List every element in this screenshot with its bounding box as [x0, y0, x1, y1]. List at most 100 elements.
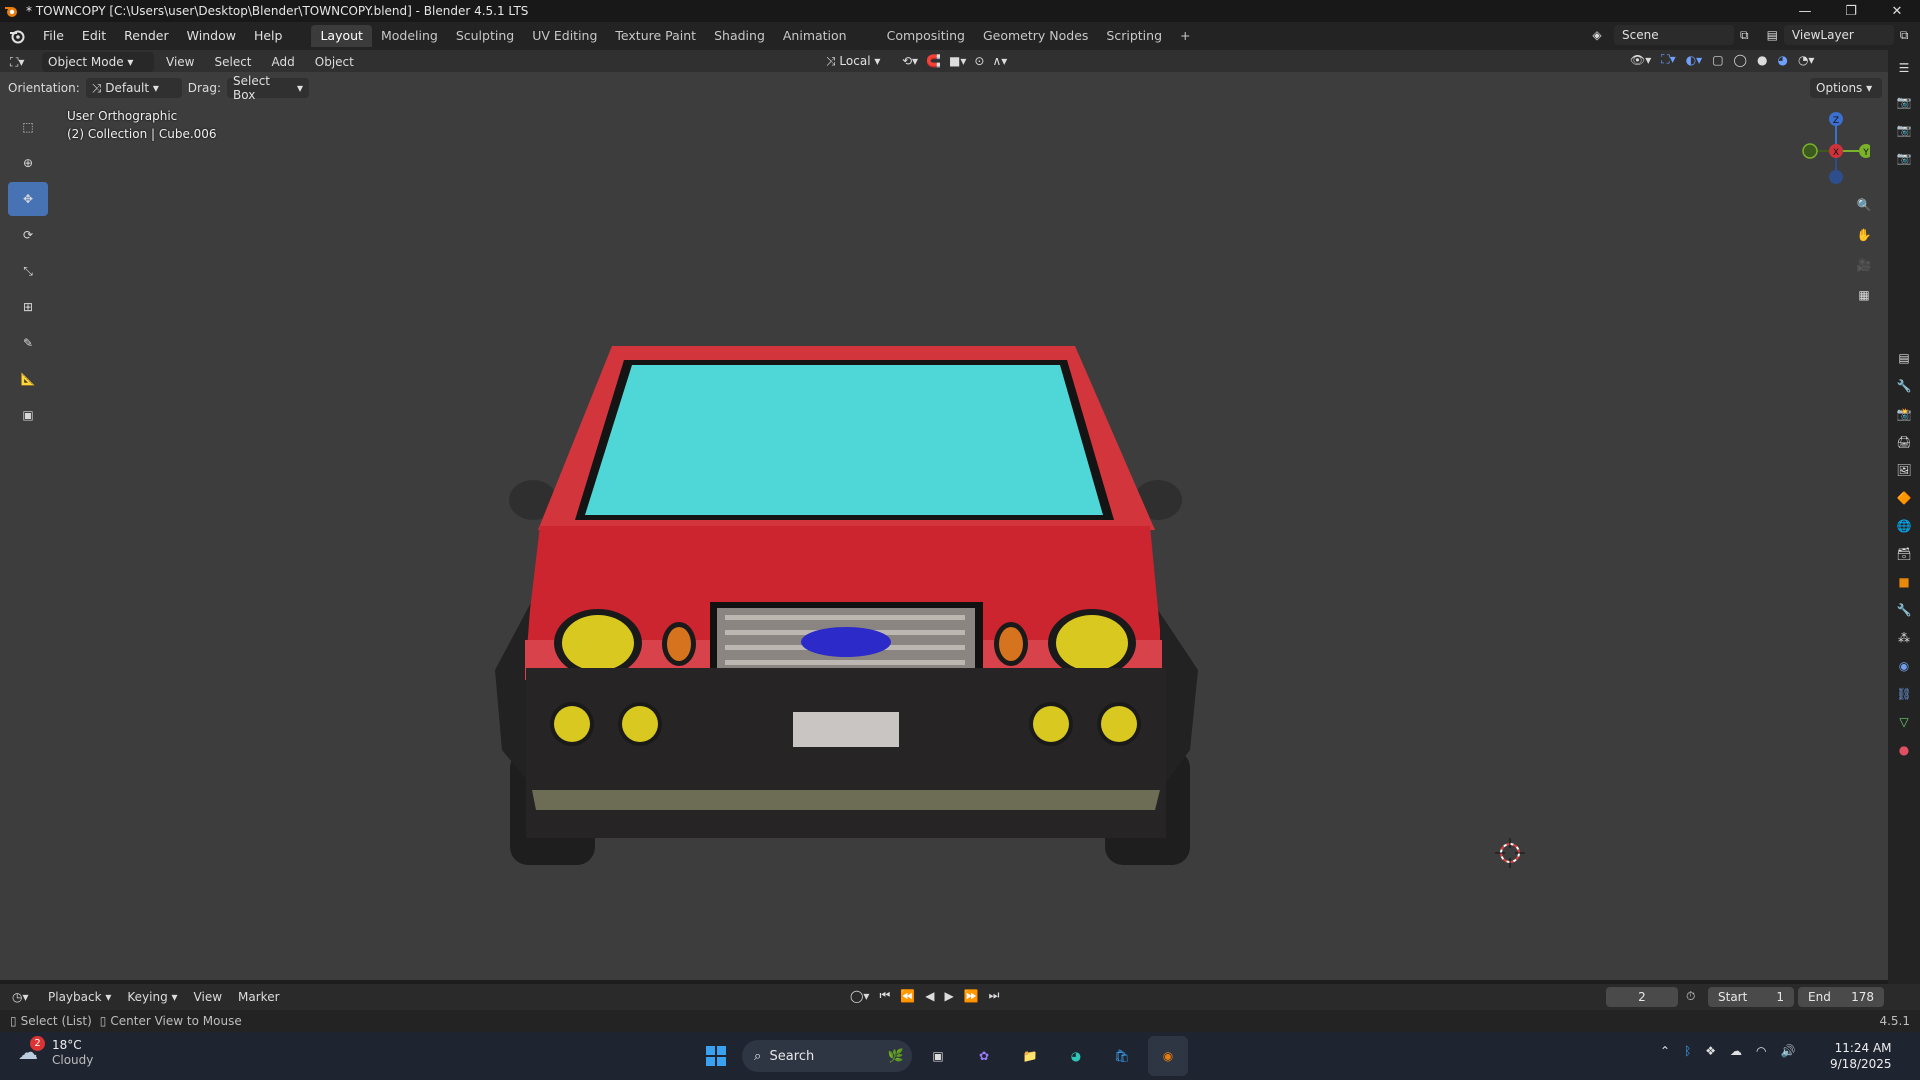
scene-properties-icon[interactable]: 🔶 — [1894, 488, 1914, 508]
tab-modeling[interactable]: Modeling — [372, 25, 447, 47]
keying-menu[interactable]: Keying ▾ — [119, 987, 185, 1007]
ortho-grid-icon[interactable]: ▦ — [1850, 281, 1878, 309]
orientation-dropdown[interactable]: ⤨ Default ▾ — [85, 78, 182, 98]
preview-range-icon[interactable]: ⏱ — [1686, 989, 1695, 1004]
add-cube-tool-icon[interactable]: ▣ — [8, 398, 48, 432]
collection-properties-icon[interactable]: 🗃 — [1894, 544, 1914, 564]
tab-sculpting[interactable]: Sculpting — [447, 25, 523, 47]
timeline-view-menu[interactable]: View — [186, 987, 230, 1007]
bluetooth-icon[interactable]: ᛒ — [1684, 1044, 1691, 1058]
world-properties-icon[interactable]: 🌐 — [1894, 516, 1914, 536]
select-box-tool-icon[interactable]: ⬚ — [8, 110, 48, 144]
jump-end-icon[interactable]: ⏭ — [989, 988, 1000, 1003]
start-button-icon[interactable] — [696, 1036, 736, 1076]
solid-shading-icon[interactable]: ● — [1757, 53, 1767, 67]
cursor-tool-icon[interactable]: ⊕ — [8, 146, 48, 180]
menu-help[interactable]: Help — [245, 25, 292, 47]
gizmo-toggle-icon[interactable]: ⛶▾ — [1661, 52, 1675, 67]
rotate-tool-icon[interactable]: ⟳ — [8, 218, 48, 252]
navigation-gizmo[interactable]: Z Y X — [1790, 105, 1870, 185]
menu-view[interactable]: View — [158, 52, 202, 72]
overlay-toggle-icon[interactable]: ◐▾ — [1686, 53, 1703, 67]
mode-dropdown[interactable]: Object Mode ▾ — [42, 52, 154, 72]
start-frame-field[interactable]: Start 1 — [1708, 987, 1794, 1007]
wireframe-shading-icon[interactable]: ◯ — [1734, 53, 1747, 67]
tab-uv-editing[interactable]: UV Editing — [523, 25, 606, 47]
menu-object[interactable]: Object — [307, 52, 362, 72]
3d-viewport[interactable]: User Orthographic (2) Collection | Cube.… — [0, 50, 1888, 980]
playback-menu[interactable]: Playback ▾ — [40, 987, 119, 1007]
tab-geometry-nodes[interactable]: Geometry Nodes — [974, 25, 1097, 47]
auto-key-icon[interactable]: ◯▾ — [850, 989, 869, 1003]
blender-menu-icon[interactable] — [0, 28, 34, 44]
menu-window[interactable]: Window — [178, 25, 245, 47]
move-tool-icon[interactable]: ✥ — [8, 182, 48, 216]
volume-icon[interactable]: 🔊 — [1781, 1044, 1796, 1058]
next-keyframe-icon[interactable]: ⏩ — [964, 989, 979, 1003]
tab-animation[interactable]: Animation — [774, 25, 856, 47]
taskbar-search[interactable]: ⌕ Search 🌿 — [742, 1040, 912, 1072]
tool-properties-icon[interactable]: 🔧 — [1894, 376, 1914, 396]
render-properties-icon[interactable]: 📸 — [1894, 404, 1914, 424]
camera-view-icon[interactable]: 🎥 — [1850, 251, 1878, 279]
visibility-icon[interactable]: 👁▾ — [1630, 53, 1651, 67]
viewlayer-selector[interactable]: ViewLayer — [1783, 25, 1894, 45]
clock[interactable]: 11:24 AM 9/18/2025 — [1830, 1040, 1892, 1072]
camera-icon-3[interactable]: 📷 — [1894, 148, 1914, 168]
output-properties-icon[interactable]: 🖨 — [1894, 432, 1914, 452]
material-shading-icon[interactable]: ◕ — [1777, 53, 1787, 67]
particles-properties-icon[interactable]: ⁂ — [1894, 628, 1914, 648]
zoom-icon[interactable]: 🔍 — [1850, 191, 1878, 219]
minimize-button[interactable]: — — [1782, 0, 1828, 22]
tray-overflow-icon[interactable]: ⌃ — [1660, 1044, 1670, 1058]
edge-browser-icon[interactable]: ◕ — [1056, 1036, 1096, 1076]
close-button[interactable]: ✕ — [1874, 0, 1920, 22]
xray-icon[interactable]: ▢ — [1712, 53, 1723, 67]
snap-target-icon[interactable]: ■▾ — [949, 54, 966, 68]
menu-file[interactable]: File — [34, 25, 73, 47]
options-dropdown[interactable]: Options ▾ — [1810, 78, 1882, 98]
prev-keyframe-icon[interactable]: ⏪ — [900, 989, 915, 1003]
properties-editor-icon[interactable]: ▤ — [1894, 348, 1914, 368]
menu-add[interactable]: Add — [264, 52, 303, 72]
editor-type-icon[interactable]: ⛶▾ — [10, 55, 38, 70]
tab-texture-paint[interactable]: Texture Paint — [606, 25, 705, 47]
pivot-icon[interactable]: ⟲▾ — [902, 54, 918, 68]
snap-icon[interactable]: 🧲 — [926, 54, 941, 68]
tab-layout[interactable]: Layout — [311, 25, 372, 47]
rendered-shading-icon[interactable]: ◔▾ — [1798, 53, 1815, 67]
transform-tool-icon[interactable]: ⊞ — [8, 290, 48, 324]
jump-start-icon[interactable]: ⏮ — [879, 988, 890, 1003]
task-view-icon[interactable]: ▣ — [918, 1036, 958, 1076]
transform-orientation-dropdown[interactable]: ⤨ Local ▾ — [820, 51, 894, 71]
end-frame-field[interactable]: End 178 — [1798, 987, 1884, 1007]
file-explorer-icon[interactable]: 📁 — [1010, 1036, 1050, 1076]
current-frame-field[interactable]: 2 — [1606, 987, 1678, 1007]
viewlayer-icon[interactable]: ▤ — [1767, 28, 1778, 42]
tab-compositing[interactable]: Compositing — [878, 25, 974, 47]
scene-selector[interactable]: Scene — [1614, 25, 1734, 45]
data-properties-icon[interactable]: ▽ — [1894, 712, 1914, 732]
menu-edit[interactable]: Edit — [73, 25, 115, 47]
drag-dropdown[interactable]: Select Box ▾ — [226, 74, 309, 102]
marker-menu[interactable]: Marker — [230, 987, 287, 1007]
timeline-editor-icon[interactable]: ◷▾ — [12, 990, 40, 1004]
view-layer-properties-icon[interactable]: 🖼 — [1894, 460, 1914, 480]
measure-tool-icon[interactable]: 📐 — [8, 362, 48, 396]
proportional-edit-icon[interactable]: ⊙ — [974, 54, 984, 68]
camera-icon-1[interactable]: 📷 — [1894, 92, 1914, 112]
physics-properties-icon[interactable]: ◉ — [1894, 656, 1914, 676]
menu-select[interactable]: Select — [206, 52, 259, 72]
modifier-properties-icon[interactable]: 🔧 — [1894, 600, 1914, 620]
copilot-icon[interactable]: ✿ — [964, 1036, 1004, 1076]
material-properties-icon[interactable]: ● — [1894, 740, 1914, 760]
new-viewlayer-icon[interactable]: ⧉ — [1900, 28, 1909, 43]
menu-render[interactable]: Render — [115, 25, 178, 47]
play-reverse-icon[interactable]: ◀ — [925, 989, 934, 1003]
tab-shading[interactable]: Shading — [705, 25, 774, 47]
add-workspace-button[interactable]: + — [1171, 25, 1199, 47]
wifi-icon[interactable]: ◠ — [1756, 1044, 1766, 1058]
falloff-icon[interactable]: ∧▾ — [992, 54, 1007, 68]
object-properties-icon[interactable]: ■ — [1894, 572, 1914, 592]
new-scene-icon[interactable]: ⧉ — [1740, 28, 1749, 43]
